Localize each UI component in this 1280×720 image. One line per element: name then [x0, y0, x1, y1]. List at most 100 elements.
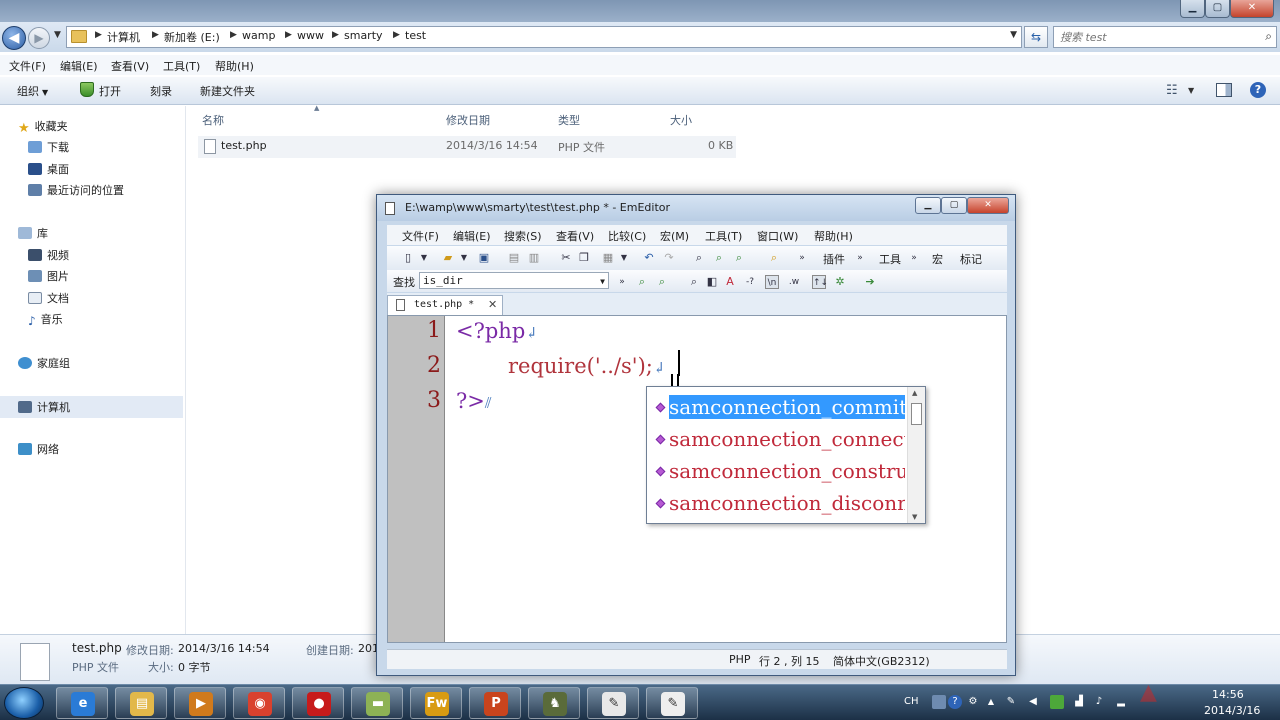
menu-macro[interactable]: 宏(M)	[660, 228, 689, 244]
chevron-right-icon[interactable]: ▶	[393, 30, 400, 40]
find-in-files-icon[interactable]: ⌕	[767, 251, 781, 265]
menu-window[interactable]: 窗口(W)	[757, 228, 798, 244]
print-icon[interactable]: ▤	[507, 251, 521, 265]
menu-file[interactable]: 文件(F)	[9, 58, 46, 74]
table-row[interactable]: test.php 2014/3/16 14:54 PHP 文件 0 KB	[198, 136, 736, 158]
open-folder-icon[interactable]: ▰	[441, 251, 455, 265]
menu-edit[interactable]: 编辑(E)	[453, 228, 491, 244]
new-folder-button[interactable]: 新建文件夹	[200, 83, 255, 99]
breadcrumb-computer[interactable]: 计算机	[107, 29, 140, 45]
close-button[interactable]: ✕	[1230, 0, 1274, 18]
nav-recent[interactable]: 最近访问的位置	[28, 182, 124, 200]
autocomplete-item[interactable]: samconnection_constructor	[647, 457, 905, 487]
address-bar[interactable]: ▶ 计算机 ▶ 新加卷 (E:) ▶ wamp ▶ www ▶ smarty ▶…	[66, 26, 1022, 48]
views-icon[interactable]: ☷	[1166, 83, 1178, 98]
taskbar-app-chrome[interactable]: ◉	[233, 687, 285, 719]
start-button[interactable]	[4, 687, 44, 719]
scroll-down-icon[interactable]: ▼	[912, 513, 917, 521]
taskbar-app-powerpoint[interactable]: P	[469, 687, 521, 719]
menu-view[interactable]: 查看(V)	[111, 58, 149, 74]
breadcrumb-wamp[interactable]: wamp	[242, 29, 275, 42]
menu-help[interactable]: 帮助(H)	[814, 228, 853, 244]
nav-videos[interactable]: 视频	[28, 247, 69, 265]
taskbar-app-recorder[interactable]: ●	[292, 687, 344, 719]
nav-desktop[interactable]: 桌面	[28, 161, 69, 179]
help-icon[interactable]: ?	[948, 695, 962, 709]
keyboard-icon[interactable]	[932, 695, 946, 709]
close-tab-icon[interactable]: ✕	[488, 298, 497, 311]
chevron-right-icon[interactable]: ▶	[95, 30, 102, 40]
chevron-right-icon[interactable]: ▶	[285, 30, 292, 40]
signal-icon[interactable]: ▂	[1114, 695, 1128, 709]
status-mode[interactable]: PHP	[729, 653, 751, 666]
chevron-right-icon[interactable]: ▶	[332, 30, 339, 40]
preview-pane-icon[interactable]	[1216, 83, 1232, 97]
more-icon[interactable]: »	[615, 275, 629, 289]
emeditor-title-bar[interactable]: E:\wamp\www\smarty\test\test.php * - EmE…	[377, 195, 1015, 221]
autocomplete-item[interactable]: samconnection_commit	[647, 393, 905, 423]
forward-button[interactable]: ▶	[28, 27, 50, 49]
nav-computer[interactable]: 计算机	[0, 396, 183, 418]
chevron-right-icon[interactable]: ▶	[152, 30, 159, 40]
network-icon[interactable]: ▟	[1072, 695, 1086, 709]
code-editor[interactable]: 1 2 3 <?php↲ require('../s');↲ ?>⫽ samco…	[387, 315, 1007, 643]
column-header-type[interactable]: 类型	[558, 112, 580, 128]
search-icon[interactable]: ⌕	[1265, 29, 1272, 44]
nvidia-icon[interactable]	[1050, 695, 1064, 709]
breadcrumb-drive[interactable]: 新加卷 (E:)	[164, 29, 220, 45]
menu-edit[interactable]: 编辑(E)	[60, 58, 98, 74]
save-icon[interactable]: ▣	[477, 251, 491, 265]
more-icon[interactable]: »	[907, 251, 921, 265]
search-icon[interactable]: ⌕	[687, 275, 701, 289]
find-previous-icon[interactable]: ⌕	[732, 251, 746, 265]
nav-documents[interactable]: 文档	[28, 290, 69, 308]
whole-word-icon[interactable]: -?	[743, 275, 757, 289]
new-file-icon[interactable]: ▯	[401, 251, 415, 265]
autocomplete-item[interactable]: samconnection_connect	[647, 425, 905, 455]
macro-button[interactable]: 宏	[932, 251, 943, 267]
breadcrumb-test[interactable]: test	[405, 29, 426, 42]
nav-homegroup[interactable]: 家庭组	[18, 355, 70, 373]
find-next-icon[interactable]: ⌕	[635, 275, 649, 289]
escape-sequence-icon[interactable]: \n	[765, 275, 779, 289]
find-next-icon[interactable]: ⌕	[712, 251, 726, 265]
more-icon[interactable]: »	[853, 251, 867, 265]
clock-date[interactable]: 2014/3/16	[1204, 704, 1260, 717]
breadcrumb-www[interactable]: www	[297, 29, 324, 42]
find-icon[interactable]: ⌕	[692, 251, 706, 265]
maximize-button[interactable]: ▢	[1205, 0, 1230, 18]
minimize-button[interactable]: ▁	[915, 197, 941, 214]
scroll-up-icon[interactable]: ▲	[912, 389, 917, 397]
scrollbar-thumb[interactable]	[911, 403, 922, 425]
dropdown-arrow-icon[interactable]: ▼	[457, 251, 471, 265]
dropdown-arrow-icon[interactable]: ▼	[417, 251, 431, 265]
menu-view[interactable]: 查看(V)	[556, 228, 594, 244]
language-indicator[interactable]: CH	[904, 695, 919, 709]
match-case-icon[interactable]: A	[723, 275, 737, 289]
taskbar-app-media-player[interactable]: ▶	[174, 687, 226, 719]
paste-icon[interactable]: ▦	[601, 251, 615, 265]
search-input[interactable]	[1060, 29, 1250, 45]
address-dropdown-icon[interactable]: ▼	[1010, 30, 1017, 40]
taskbar-app-notepad-green[interactable]: ▬	[351, 687, 403, 719]
nav-pictures[interactable]: 图片	[28, 268, 69, 286]
nav-network[interactable]: 网络	[18, 441, 59, 459]
copy-icon[interactable]: ❐	[577, 251, 591, 265]
taskbar-app-fireworks[interactable]: Fw	[410, 687, 462, 719]
status-encoding[interactable]: 简体中文(GB2312)	[833, 653, 930, 669]
menu-tools[interactable]: 工具(T)	[163, 58, 200, 74]
expand-tray-icon[interactable]: ▲	[984, 695, 998, 709]
taskbar-app-explorer[interactable]: ▤	[115, 687, 167, 719]
menu-search[interactable]: 搜索(S)	[504, 228, 542, 244]
regex-icon[interactable]: .w	[787, 275, 801, 289]
back-button[interactable]: ◀	[2, 26, 26, 50]
autocomplete-item[interactable]: samconnection_disconnect	[647, 489, 905, 519]
incremental-search-icon[interactable]: ↑↓	[812, 275, 828, 289]
dropdown-arrow-icon[interactable]: ▼	[600, 274, 605, 289]
find-input[interactable]: is_dir ▼	[419, 272, 609, 289]
recent-pages-dropdown[interactable]: ▼	[54, 30, 61, 40]
dropdown-arrow-icon[interactable]: ▼	[617, 251, 631, 265]
print-preview-icon[interactable]: ▥	[527, 251, 541, 265]
taskbar-app-ie[interactable]: e	[56, 687, 108, 719]
taskbar-app-games[interactable]: ♞	[528, 687, 580, 719]
